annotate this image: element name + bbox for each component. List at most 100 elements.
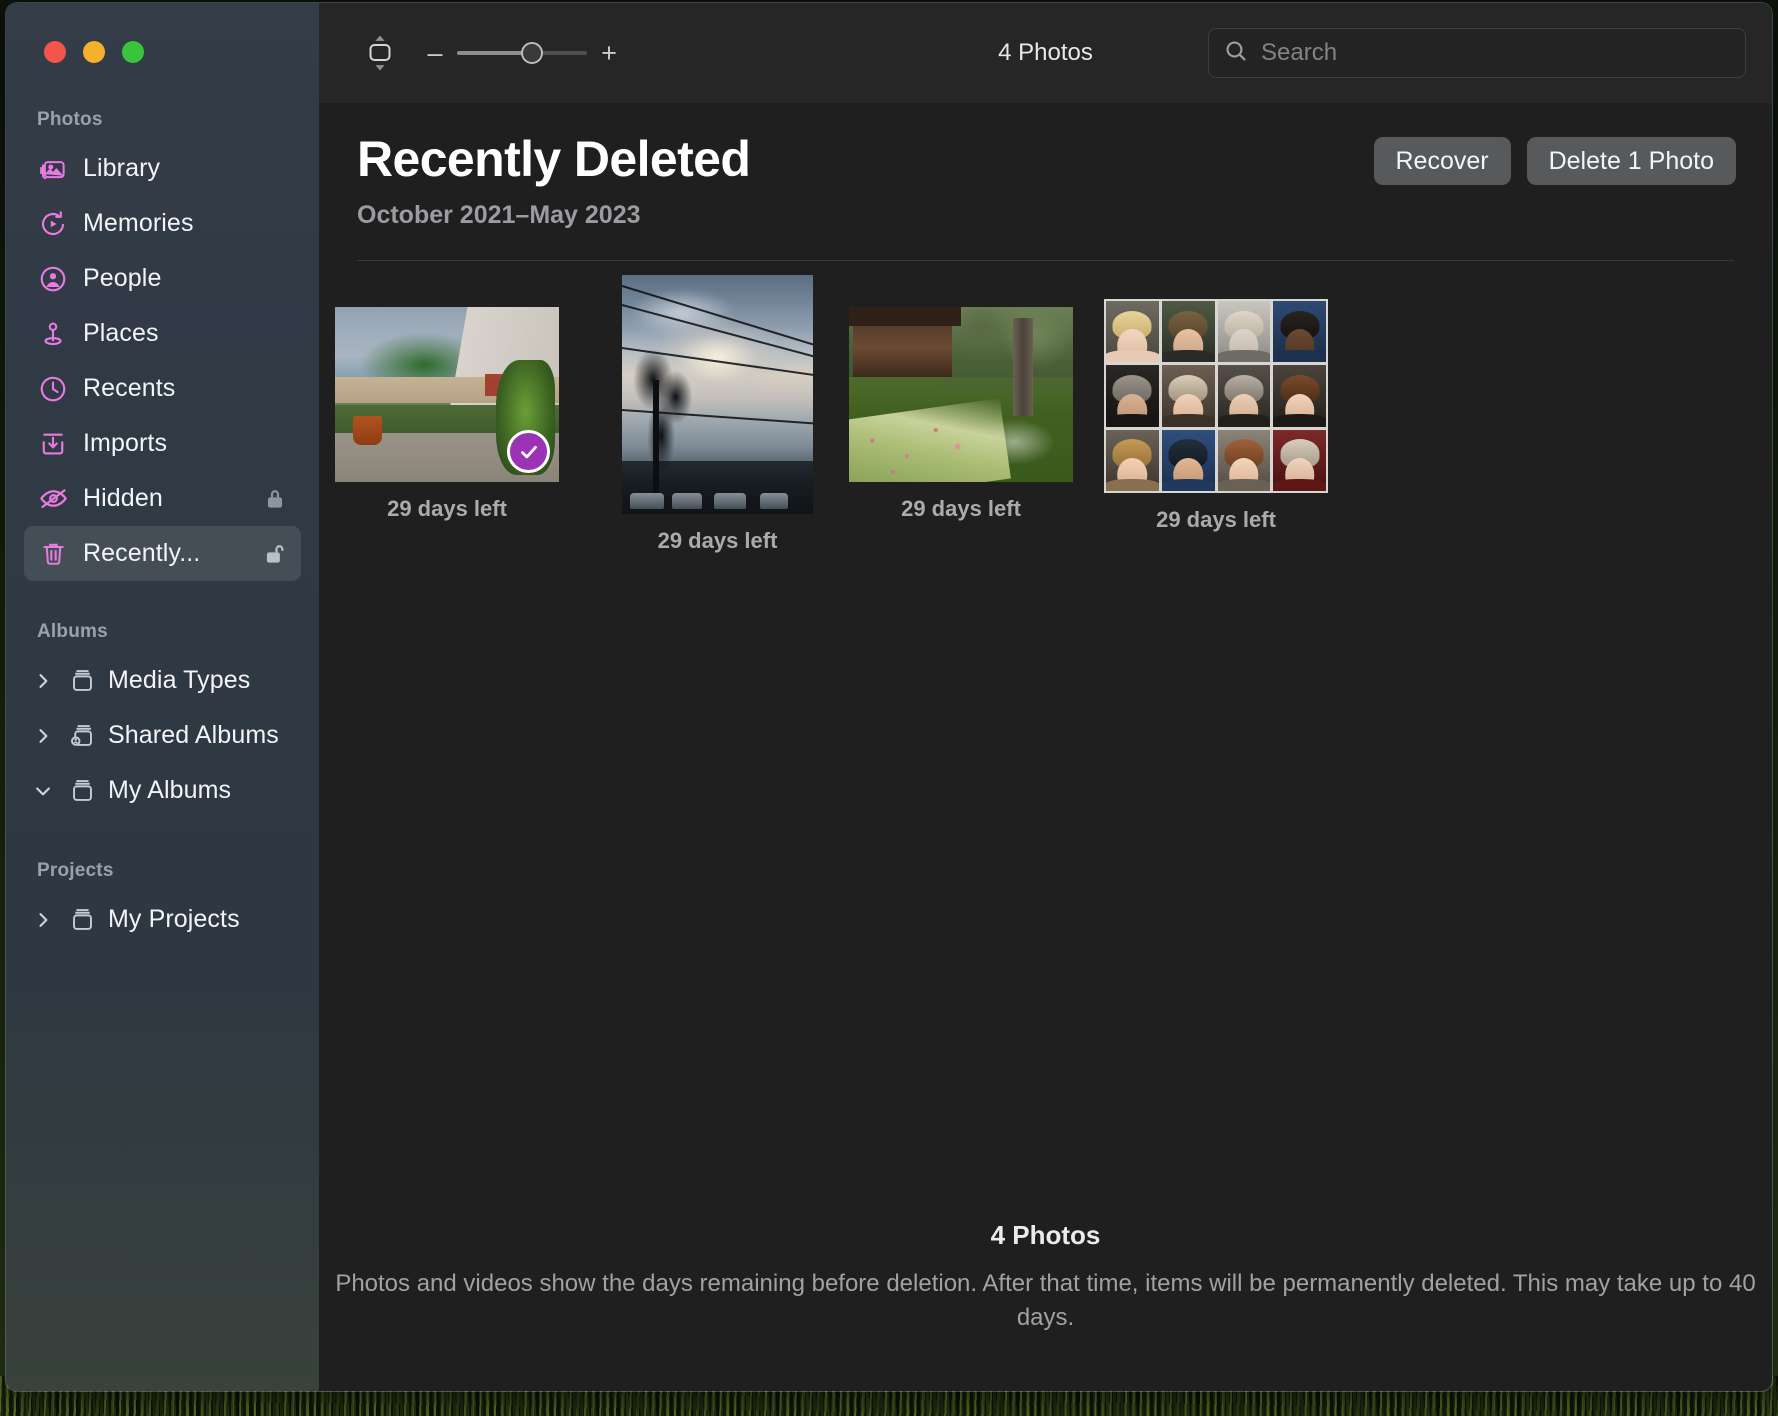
photo-cell[interactable]: 29 days left — [622, 275, 813, 554]
page-header: Recently Deleted October 2021–May 2023 R… — [319, 103, 1772, 261]
sidebar-item-label: Places — [83, 319, 159, 347]
photo-detail — [943, 307, 1073, 398]
delete-photo-button[interactable]: Delete 1 Photo — [1526, 137, 1736, 185]
shared-album-box-icon — [66, 720, 98, 752]
search-input[interactable] — [1261, 39, 1731, 67]
face-tile — [1106, 301, 1159, 363]
sidebar-section-albums-title: Albums — [37, 621, 108, 642]
trash-icon — [37, 538, 69, 570]
sidebar-item-label: Media Types — [108, 666, 251, 694]
face-tile — [1273, 429, 1326, 491]
thumbnail-zoom-control[interactable]: – + — [427, 39, 617, 67]
search-field[interactable] — [1208, 28, 1746, 78]
face-tile — [1217, 365, 1271, 427]
lock-open-icon[interactable] — [262, 541, 288, 567]
photos-app-window: Photos Library Memories People Places Re… — [5, 2, 1773, 1392]
photo-detail — [352, 415, 383, 446]
photo-thumbnail-sunset-sky[interactable] — [622, 275, 813, 514]
days-left-label: 29 days left — [657, 528, 778, 553]
sidebar-item-hidden[interactable]: Hidden — [24, 471, 301, 526]
places-icon — [37, 318, 69, 350]
sidebar-item-label: Recently... — [83, 539, 201, 567]
sidebar-item-places[interactable]: Places — [24, 306, 301, 361]
sidebar-item-my-projects[interactable]: My Projects — [24, 892, 301, 947]
photo-cell[interactable]: 29 days left — [1104, 299, 1328, 533]
sidebar-item-label: Hidden — [83, 484, 163, 512]
sidebar-item-imports[interactable]: Imports — [24, 416, 301, 471]
date-range-subtitle: October 2021–May 2023 — [357, 201, 641, 229]
face-tile — [1217, 429, 1271, 491]
chevron-right-icon[interactable] — [30, 910, 56, 930]
sidebar-item-label: Imports — [83, 429, 168, 457]
hidden-eye-icon — [37, 483, 69, 515]
face-tile — [1217, 301, 1271, 363]
sidebar-item-recents[interactable]: Recents — [24, 361, 301, 416]
photo-thumbnail-courtyard-garden[interactable] — [335, 307, 559, 482]
album-box-icon — [66, 665, 98, 697]
sidebar-item-label: Library — [83, 154, 161, 182]
sidebar-section-projects-title: Projects — [37, 860, 114, 881]
sidebar-item-my-albums[interactable]: My Albums — [24, 763, 301, 818]
footer-photo-count: 4 Photos — [990, 1219, 1101, 1250]
photo-detail — [652, 380, 659, 505]
sidebar-item-label: My Albums — [108, 776, 232, 804]
photo-grid-area: 29 days left 29 days left 29 days left 2… — [319, 261, 1772, 1391]
face-tile — [1273, 301, 1326, 363]
sidebar-resize-icon[interactable] — [357, 30, 403, 76]
toolbar-photo-count: 4 Photos — [998, 39, 1093, 66]
people-icon — [37, 263, 69, 295]
sidebar: Photos Library Memories People Places Re… — [6, 3, 319, 1391]
photo-detail — [1012, 317, 1033, 416]
photo-detail — [849, 397, 1011, 482]
photo-thumbnail-celebrity-face-grid[interactable] — [1104, 299, 1328, 493]
zoom-out-label[interactable]: – — [427, 39, 443, 67]
face-tile — [1106, 429, 1159, 491]
selection-checkmark-badge[interactable] — [507, 430, 550, 473]
chevron-right-icon[interactable] — [30, 671, 56, 691]
photo-cell[interactable]: 29 days left — [335, 307, 559, 522]
photo-detail — [759, 492, 789, 510]
sidebar-item-people[interactable]: People — [24, 251, 301, 306]
sidebar-item-memories[interactable]: Memories — [24, 196, 301, 251]
header-action-buttons: Recover Delete 1 Photo — [1373, 137, 1736, 185]
face-tile — [1161, 365, 1215, 427]
face-tile — [1161, 429, 1215, 491]
zoom-button[interactable] — [122, 41, 144, 63]
photo-detail — [671, 492, 703, 510]
sidebar-item-media-types[interactable]: Media Types — [24, 653, 301, 708]
zoom-in-label[interactable]: + — [601, 39, 617, 67]
sidebar-item-label: Memories — [83, 209, 194, 237]
minimize-button[interactable] — [83, 41, 105, 63]
photo-detail — [849, 307, 961, 327]
chevron-down-icon[interactable] — [30, 781, 56, 801]
photo-detail — [629, 492, 664, 510]
photo-cell[interactable]: 29 days left — [849, 307, 1073, 522]
album-box-icon — [66, 775, 98, 807]
main-content-area: – + 4 Photos Recently Delete — [319, 3, 1772, 1391]
days-left-label: 29 days left — [901, 496, 1021, 521]
memories-icon — [37, 208, 69, 240]
search-icon — [1223, 38, 1249, 69]
lock-closed-icon — [262, 486, 288, 512]
zoom-slider-knob[interactable] — [521, 42, 543, 64]
sidebar-item-shared-albums[interactable]: Shared Albums — [24, 708, 301, 763]
zoom-slider[interactable] — [457, 42, 587, 64]
recents-icon — [37, 373, 69, 405]
sidebar-item-library[interactable]: Library — [24, 141, 301, 196]
sidebar-item-label: My Projects — [108, 905, 240, 933]
footer-info: 4 Photos Photos and videos show the days… — [319, 1220, 1772, 1335]
photo-detail — [713, 492, 747, 510]
toolbar: – + 4 Photos — [319, 3, 1772, 103]
sidebar-item-recently-deleted[interactable]: Recently... — [24, 526, 301, 581]
chevron-right-icon[interactable] — [30, 726, 56, 746]
days-left-label: 29 days left — [1156, 507, 1276, 532]
sidebar-item-label: Shared Albums — [108, 721, 279, 749]
face-tile — [1106, 365, 1159, 427]
library-icon — [37, 153, 69, 185]
album-box-icon — [66, 904, 98, 936]
recover-button[interactable]: Recover — [1373, 137, 1511, 185]
days-left-label: 29 days left — [387, 496, 507, 521]
face-tile — [1273, 365, 1326, 427]
photo-thumbnail-japanese-garden-pond[interactable] — [849, 307, 1073, 482]
close-button[interactable] — [44, 41, 66, 63]
